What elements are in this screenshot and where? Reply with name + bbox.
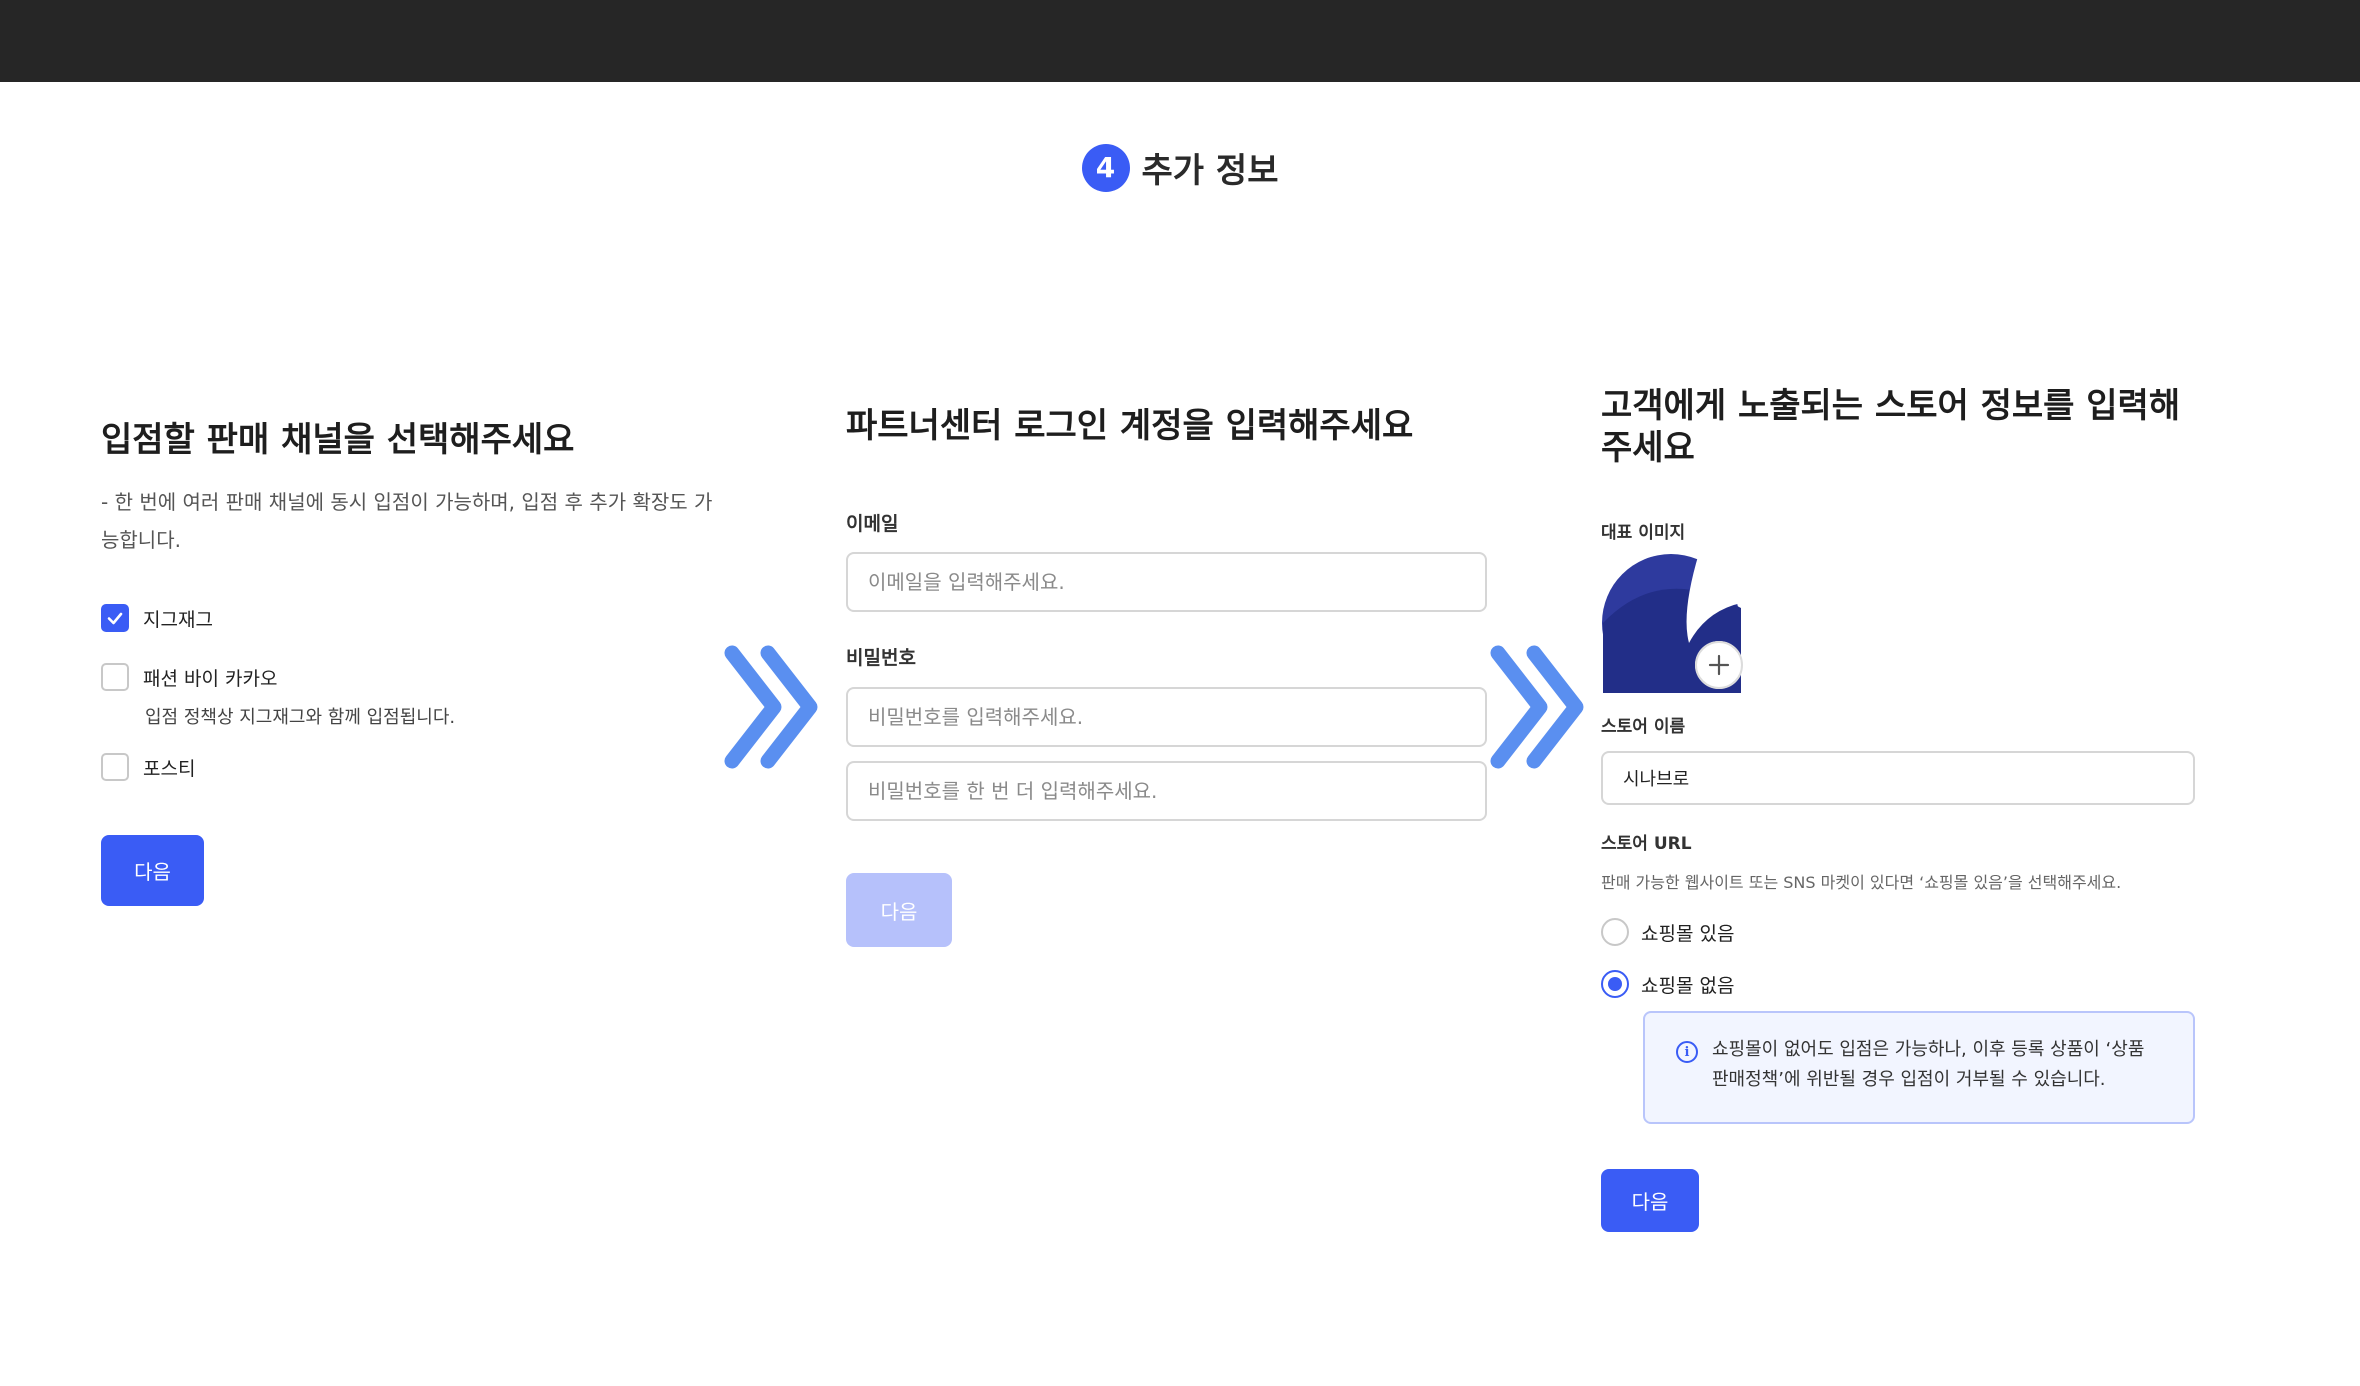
channel-selection-panel: 입점할 판매 채널을 선택해주세요 - 한 번에 여러 판매 채널에 동시 입점… (101, 419, 741, 559)
radio-has-mall-label: 쇼핑몰 있음 (1641, 922, 1735, 945)
info-notice-box: i 쇼핑몰이 없어도 입점은 가능하나, 이후 등록 상품이 ‘상품 판매정책’… (1643, 1011, 2195, 1124)
password-label: 비밀번호 (846, 647, 916, 669)
radio-has-mall[interactable] (1601, 918, 1629, 946)
check-icon (107, 612, 123, 625)
info-notice-line2: 판매정책’에 위반될 경우 입점이 거부될 수 있습니다. (1712, 1069, 2106, 1090)
channel-panel-description-line1: - 한 번에 여러 판매 채널에 동시 입점이 가능하며, 입점 후 추가 확장… (101, 490, 713, 514)
channel-next-button[interactable]: 다음 (101, 835, 204, 906)
radio-no-mall-label: 쇼핑몰 없음 (1641, 974, 1735, 997)
store-url-label: 스토어 URL (1601, 834, 1692, 854)
store-image-label: 대표 이미지 (1601, 523, 1686, 543)
step-number-badge: 4 (1081, 143, 1130, 192)
step-title: 추가 정보 (1141, 151, 1279, 191)
password-input[interactable] (846, 687, 1487, 747)
store-info-panel: 고객에게 노출되는 스토어 정보를 입력해 주세요 (1601, 385, 2195, 469)
top-bar (0, 0, 2360, 82)
email-input[interactable] (846, 552, 1487, 612)
store-panel-title-line2: 주세요 (1601, 428, 1695, 468)
channel-option-fashion-by-kakao[interactable]: 패션 바이 카카오 입점 정책상 지그재그와 함께 입점됩니다. (101, 663, 455, 729)
store-name-label: 스토어 이름 (1601, 717, 1686, 737)
double-chevron-right-icon (724, 645, 818, 769)
store-panel-title-line1: 고객에게 노출되는 스토어 정보를 입력해 (1601, 386, 2181, 426)
store-name-input[interactable] (1601, 751, 2195, 805)
account-panel-title: 파트너센터 로그인 계정을 입력해주세요 (846, 406, 1414, 446)
checkbox-fashion-by-kakao[interactable] (101, 663, 129, 691)
step-header: 4 추가 정보 (0, 143, 2360, 192)
radio-option-has-mall[interactable]: 쇼핑몰 있음 (1601, 918, 1734, 946)
info-notice-line1: 쇼핑몰이 없어도 입점은 가능하나, 이후 등록 상품이 ‘상품 (1712, 1039, 2145, 1060)
channel-panel-title: 입점할 판매 채널을 선택해주세요 (101, 420, 575, 460)
store-next-button[interactable]: 다음 (1601, 1169, 1699, 1232)
account-panel: 파트너센터 로그인 계정을 입력해주세요 (846, 405, 1491, 447)
channel-panel-description-line2: 능합니다. (101, 528, 181, 552)
info-icon: i (1676, 1041, 1698, 1063)
radio-option-no-mall[interactable]: 쇼핑몰 없음 (1601, 970, 1734, 998)
channel-option-zigzag[interactable]: 지그재그 (101, 604, 213, 632)
channel-option-posty[interactable]: 포스티 (101, 753, 195, 781)
add-image-button[interactable] (1695, 641, 1743, 689)
checkbox-posty-label: 포스티 (143, 757, 196, 780)
checkbox-zigzag-label: 지그재그 (143, 608, 213, 631)
email-label: 이메일 (846, 513, 899, 535)
password-confirm-input[interactable] (846, 761, 1487, 821)
store-url-help-text: 판매 가능한 웹사이트 또는 SNS 마켓이 있다면 ‘쇼핑몰 있음’을 선택해… (1601, 873, 2122, 892)
info-notice-text: 쇼핑몰이 없어도 입점은 가능하나, 이후 등록 상품이 ‘상품 판매정책’에 … (1712, 1035, 2182, 1095)
checkbox-posty[interactable] (101, 753, 129, 781)
plus-icon (1708, 654, 1730, 676)
checkbox-fashion-by-kakao-label: 패션 바이 카카오 (143, 667, 278, 690)
radio-no-mall[interactable] (1601, 970, 1629, 998)
checkbox-zigzag[interactable] (101, 604, 129, 632)
double-chevron-right-icon (1490, 645, 1584, 769)
account-next-button[interactable]: 다음 (846, 873, 952, 947)
fashion-by-kakao-note: 입점 정책상 지그재그와 함께 입점됩니다. (145, 707, 456, 728)
store-image-uploader[interactable] (1601, 553, 1746, 693)
